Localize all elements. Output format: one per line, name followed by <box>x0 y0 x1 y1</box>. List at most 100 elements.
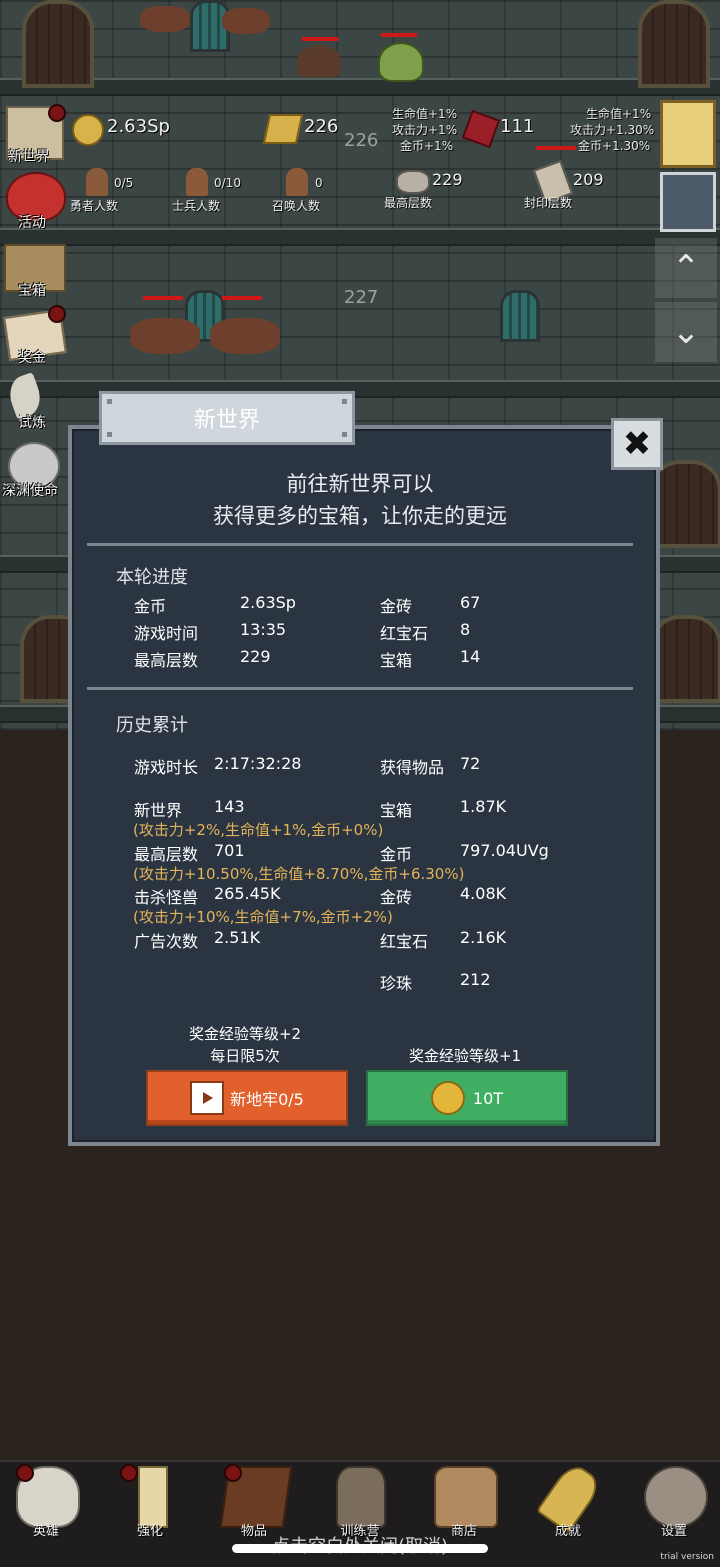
button-label: 10T <box>472 1088 504 1108</box>
lantern-icon <box>336 1466 386 1528</box>
stat-label: 游戏时间 <box>134 624 199 643</box>
side-menu-label: 试炼 <box>18 415 46 431</box>
monster-hp-bar <box>536 146 576 150</box>
stat-label: 游戏时长 <box>134 758 199 777</box>
max-floor-count: 229 <box>432 170 463 189</box>
ad-reward-note: 奖金经验等级+2 <box>188 1025 302 1043</box>
bonus-text: 生命值+1% <box>392 107 458 121</box>
stat-value: 1.87K <box>460 797 507 816</box>
bonus-text: 生命值+1% <box>586 107 652 121</box>
notification-dot <box>224 1464 242 1482</box>
side-menu-abyss[interactable]: 深渊使命 <box>0 440 70 500</box>
scroll-down-button[interactable]: ⌄ <box>655 302 717 362</box>
stat-label: 新世界 <box>134 801 183 820</box>
nav-achievements[interactable]: 成就 <box>528 1460 608 1542</box>
stat-label: 最高层数 <box>134 651 199 670</box>
notification-dot <box>120 1464 138 1482</box>
side-menu-label: 宝箱 <box>18 283 46 299</box>
monster-hp-bar <box>302 37 338 41</box>
pay-coin-button[interactable]: 10T <box>366 1070 568 1126</box>
bat-monster-icon <box>222 8 270 34</box>
slime-monster-icon <box>378 42 424 82</box>
hero-icon <box>86 168 108 196</box>
gold-bar-amount: 226 <box>304 116 339 137</box>
close-button[interactable]: ✖ <box>611 418 663 470</box>
nav-heroes[interactable]: 英雄 <box>6 1462 86 1542</box>
bonus-text: 金币+1.30% <box>578 139 651 153</box>
bonus-text: 金币+1% <box>400 139 454 153</box>
candle-icon[interactable] <box>660 100 716 168</box>
side-menu-trial[interactable]: 试炼 <box>0 372 70 432</box>
watch-ad-new-dungeon-button[interactable]: 新地牢0/5 <box>146 1070 348 1126</box>
bat-monster-icon <box>140 6 190 32</box>
soldiers-label: 士兵人数 <box>172 199 221 213</box>
door <box>650 460 720 548</box>
floor-number: 226 <box>344 130 379 151</box>
gear-icon <box>644 1466 708 1528</box>
side-menu-label: 奖金 <box>18 350 46 366</box>
dialog-title-tab: 新世界 <box>99 391 355 445</box>
stat-label: 金砖 <box>380 597 413 616</box>
nav-shop[interactable]: 商店 <box>424 1462 504 1542</box>
heroes-label: 勇者人数 <box>70 199 119 213</box>
stat-value: 701 <box>214 841 245 860</box>
bat-monster-icon <box>210 318 280 354</box>
side-menu-label: 活动 <box>18 215 46 231</box>
stat-label: 获得物品 <box>380 758 445 777</box>
stat-label: 最高层数 <box>134 845 199 864</box>
nav-settings[interactable]: 设置 <box>634 1462 714 1542</box>
floor-ledge <box>0 228 720 246</box>
bonus-text: (攻击力+10.50%,生命值+8.70%,金币+6.30%) <box>133 865 465 883</box>
side-menu-chest[interactable]: 宝箱 <box>0 238 70 302</box>
bonus-text: (攻击力+2%,生命值+1%,金币+0%) <box>133 821 384 839</box>
button-label: 新地牢0/5 <box>230 1090 304 1109</box>
side-menu-activity[interactable]: 活动 <box>0 168 70 232</box>
side-menu-new-world[interactable]: 新世界 <box>0 100 70 165</box>
summon-icon <box>286 168 308 196</box>
stat-value: 143 <box>214 797 245 816</box>
gold-amount: 2.63Sp <box>107 116 170 137</box>
monster-hp-bar <box>381 33 417 37</box>
door <box>650 615 720 703</box>
stat-label: 金币 <box>380 845 413 864</box>
side-menu-bonus[interactable]: 奖金 <box>0 305 70 369</box>
stat-value: 2.16K <box>460 928 507 947</box>
sealed-floor-label: 封印层数 <box>524 196 573 210</box>
stat-label: 金砖 <box>380 888 413 907</box>
stat-value: 2.51K <box>214 928 261 947</box>
stat-label: 红宝石 <box>380 932 429 951</box>
bonus-text: (攻击力+10%,生命值+7%,金币+2%) <box>133 908 393 926</box>
trial-watermark: trial version <box>660 1552 714 1562</box>
nav-upgrade[interactable]: 强化 <box>110 1462 190 1542</box>
door <box>22 0 94 88</box>
soldiers-count: 0/10 <box>214 176 241 190</box>
ad-limit-note: 每日限5次 <box>210 1047 280 1065</box>
scroll-up-button[interactable]: ⌃ <box>655 238 717 298</box>
stone-icon <box>396 170 430 194</box>
video-play-icon <box>190 1081 225 1115</box>
notification-dot <box>48 104 66 122</box>
stat-value: 4.08K <box>460 884 507 903</box>
max-floor-label: 最高层数 <box>384 196 433 210</box>
home-indicator[interactable] <box>232 1544 488 1553</box>
divider <box>87 687 633 690</box>
card-icon[interactable] <box>660 172 716 232</box>
bat-monster-icon <box>130 318 200 354</box>
gold-bar-icon <box>262 114 304 144</box>
stat-value: 14 <box>460 647 481 666</box>
stat-label: 珍珠 <box>380 974 413 993</box>
dialog-headline: 获得更多的宝箱，让你走的更远 <box>213 504 507 528</box>
stat-value: 8 <box>460 620 471 639</box>
round-progress-title: 本轮进度 <box>116 567 188 588</box>
pay-reward-note: 奖金经验等级+1 <box>408 1047 522 1065</box>
monster-hp-bar <box>222 296 262 300</box>
gold-coin-icon <box>430 1081 465 1115</box>
stat-value: 72 <box>460 754 481 773</box>
nav-training-camp[interactable]: 训练营 <box>320 1462 400 1542</box>
summons-label: 召唤人数 <box>272 199 321 213</box>
stat-value: 2.63Sp <box>240 593 296 612</box>
stat-label: 金币 <box>134 597 167 616</box>
stat-value: 67 <box>460 593 481 612</box>
nav-items[interactable]: 物品 <box>214 1462 294 1542</box>
stat-label: 广告次数 <box>134 932 199 951</box>
